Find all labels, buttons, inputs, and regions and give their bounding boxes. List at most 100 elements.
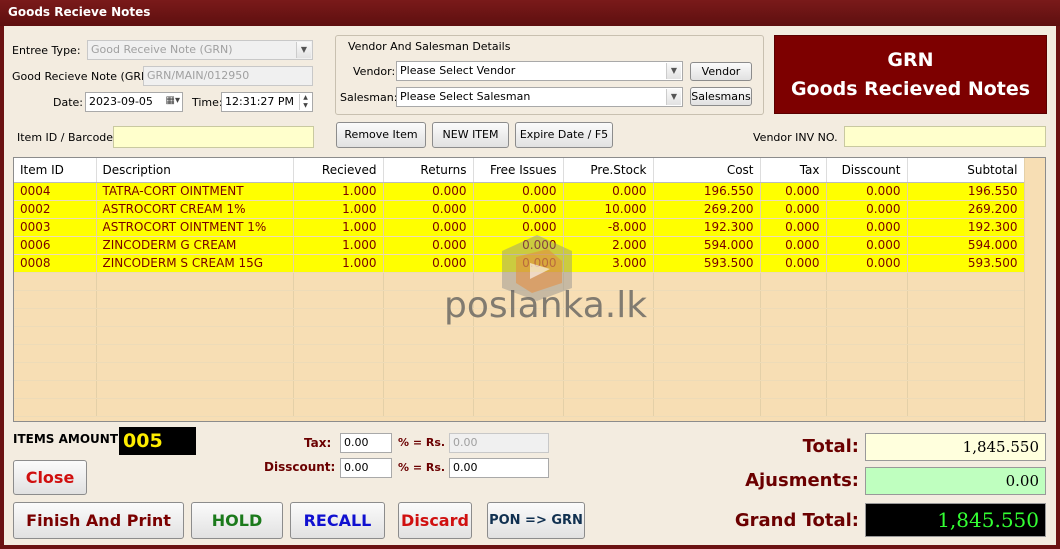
cell-tax[interactable]: 0.000	[760, 236, 827, 255]
cell-tax[interactable]: 0.000	[760, 218, 827, 237]
cell-pre-stock[interactable]: 10.000	[563, 200, 654, 219]
col-header-pre-stock[interactable]: Pre.Stock	[563, 158, 654, 183]
col-header-subtotal[interactable]: Subtotal	[907, 158, 1025, 183]
cell-pre-stock[interactable]: -8.000	[563, 218, 654, 237]
cell-recieved[interactable]: 1.000	[293, 182, 384, 201]
new-item-button[interactable]: NEW ITEM	[432, 122, 509, 148]
entree-type-select[interactable]: Good Receive Note (GRN) ▼	[87, 40, 313, 60]
table-row[interactable]: 0006 ZINCODERM G CREAM 1.000 0.000 0.000…	[14, 236, 1025, 255]
cell-disscount[interactable]: 0.000	[826, 218, 908, 237]
chevron-down-icon[interactable]: ▼	[666, 89, 681, 105]
entree-type-value: Good Receive Note (GRN)	[91, 43, 233, 56]
table-row[interactable]: 0008 ZINCODERM S CREAM 15G 1.000 0.000 0…	[14, 254, 1025, 273]
cell-recieved[interactable]: 1.000	[293, 236, 384, 255]
cell-free-issues[interactable]: 0.000	[473, 218, 564, 237]
cell-cost[interactable]: 593.500	[653, 254, 761, 273]
col-header-cost[interactable]: Cost	[653, 158, 761, 183]
cell-returns[interactable]: 0.000	[383, 182, 474, 201]
cell-tax[interactable]: 0.000	[760, 254, 827, 273]
col-header-description[interactable]: Description	[96, 158, 294, 183]
adjustments-input[interactable]: 0.00	[865, 467, 1046, 495]
pon-to-grn-button[interactable]: PON => GRN	[487, 502, 585, 539]
recall-button[interactable]: RECALL	[290, 502, 385, 539]
cell-item-id[interactable]: 0004	[14, 182, 97, 201]
grn-number-field[interactable]: GRN/MAIN/012950	[143, 66, 313, 86]
time-spinner[interactable]: ▲ ▼	[299, 94, 311, 110]
cell-subtotal[interactable]: 196.550	[907, 182, 1025, 201]
col-header-returns[interactable]: Returns	[383, 158, 474, 183]
salesmans-button[interactable]: Salesmans	[690, 87, 752, 106]
cell-item-id[interactable]: 0008	[14, 254, 97, 273]
cell-disscount[interactable]: 0.000	[826, 236, 908, 255]
col-header-item-id[interactable]: Item ID	[14, 158, 97, 183]
cell-free-issues[interactable]: 0.000	[473, 182, 564, 201]
cell-returns[interactable]: 0.000	[383, 236, 474, 255]
tax-percent-input[interactable]: 0.00	[340, 433, 392, 453]
cell-subtotal[interactable]: 269.200	[907, 200, 1025, 219]
cell-free-issues[interactable]: 0.000	[473, 254, 564, 273]
vendor-select[interactable]: Please Select Vendor ▼	[396, 61, 683, 81]
col-header-tax[interactable]: Tax	[760, 158, 827, 183]
items-grid[interactable]: Item ID Description Recieved Returns Fre…	[13, 157, 1046, 422]
salesman-label: Salesman:	[340, 91, 398, 104]
table-row[interactable]: 0003 ASTROCORT OINTMENT 1% 1.000 0.000 0…	[14, 218, 1025, 237]
cell-cost[interactable]: 196.550	[653, 182, 761, 201]
empty-row	[14, 380, 1025, 399]
cell-recieved[interactable]: 1.000	[293, 254, 384, 273]
close-button[interactable]: Close	[13, 460, 87, 495]
chevron-down-icon[interactable]: ▼	[666, 63, 681, 79]
table-row[interactable]: 0004 TATRA-CORT OINTMENT 1.000 0.000 0.0…	[14, 182, 1025, 201]
calendar-icon[interactable]: ▦▾	[166, 95, 180, 106]
date-picker[interactable]: 2023-09-05 ▦▾	[85, 92, 183, 112]
cell-cost[interactable]: 594.000	[653, 236, 761, 255]
grid-header-row: Item ID Description Recieved Returns Fre…	[14, 158, 1025, 183]
discount-amount-input[interactable]: 0.00	[449, 458, 549, 478]
cell-disscount[interactable]: 0.000	[826, 200, 908, 219]
discard-button[interactable]: Discard	[398, 502, 472, 539]
cell-recieved[interactable]: 1.000	[293, 200, 384, 219]
cell-pre-stock[interactable]: 2.000	[563, 236, 654, 255]
item-barcode-input[interactable]	[113, 126, 314, 148]
discount-percent-input[interactable]: 0.00	[340, 458, 392, 478]
remove-item-button[interactable]: Remove Item	[336, 122, 426, 148]
tax-amount-field[interactable]: 0.00	[449, 433, 549, 453]
cell-pre-stock[interactable]: 3.000	[563, 254, 654, 273]
cell-item-id[interactable]: 0006	[14, 236, 97, 255]
cell-description[interactable]: ASTROCORT CREAM 1%	[96, 200, 294, 219]
cell-description[interactable]: TATRA-CORT OINTMENT	[96, 182, 294, 201]
col-header-recieved[interactable]: Recieved	[293, 158, 384, 183]
expire-date-button[interactable]: Expire Date / F5	[515, 122, 613, 148]
cell-description[interactable]: ZINCODERM S CREAM 15G	[96, 254, 294, 273]
cell-cost[interactable]: 269.200	[653, 200, 761, 219]
cell-subtotal[interactable]: 594.000	[907, 236, 1025, 255]
col-header-disscount[interactable]: Disscount	[826, 158, 908, 183]
finish-and-print-button[interactable]: Finish And Print	[13, 502, 184, 539]
chevron-down-icon[interactable]: ▼	[296, 42, 311, 58]
vendor-inv-input[interactable]	[844, 126, 1046, 147]
cell-returns[interactable]: 0.000	[383, 200, 474, 219]
cell-subtotal[interactable]: 593.500	[907, 254, 1025, 273]
table-row[interactable]: 0002 ASTROCORT CREAM 1% 1.000 0.000 0.00…	[14, 200, 1025, 219]
cell-disscount[interactable]: 0.000	[826, 182, 908, 201]
cell-tax[interactable]: 0.000	[760, 182, 827, 201]
cell-free-issues[interactable]: 0.000	[473, 236, 564, 255]
cell-free-issues[interactable]: 0.000	[473, 200, 564, 219]
cell-cost[interactable]: 192.300	[653, 218, 761, 237]
cell-recieved[interactable]: 1.000	[293, 218, 384, 237]
cell-pre-stock[interactable]: 0.000	[563, 182, 654, 201]
time-picker[interactable]: 12:31:27 PM ▲ ▼	[221, 92, 313, 112]
cell-disscount[interactable]: 0.000	[826, 254, 908, 273]
salesman-select[interactable]: Please Select Salesman ▼	[396, 87, 683, 107]
cell-returns[interactable]: 0.000	[383, 254, 474, 273]
cell-item-id[interactable]: 0003	[14, 218, 97, 237]
grand-total-label: Grand Total:	[734, 510, 859, 531]
cell-item-id[interactable]: 0002	[14, 200, 97, 219]
cell-tax[interactable]: 0.000	[760, 200, 827, 219]
cell-description[interactable]: ASTROCORT OINTMENT 1%	[96, 218, 294, 237]
cell-subtotal[interactable]: 192.300	[907, 218, 1025, 237]
vendor-button[interactable]: Vendor	[690, 62, 752, 81]
cell-description[interactable]: ZINCODERM G CREAM	[96, 236, 294, 255]
cell-returns[interactable]: 0.000	[383, 218, 474, 237]
col-header-free-issues[interactable]: Free Issues	[473, 158, 564, 183]
hold-button[interactable]: HOLD	[191, 502, 283, 539]
